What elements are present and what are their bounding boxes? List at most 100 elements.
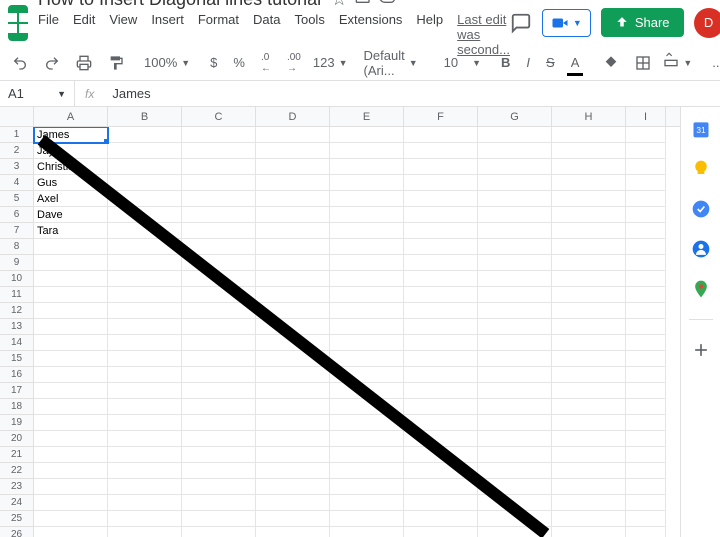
cell-G5[interactable] xyxy=(478,191,552,207)
cell-C12[interactable] xyxy=(182,303,256,319)
cell-G10[interactable] xyxy=(478,271,552,287)
cell-B23[interactable] xyxy=(108,479,182,495)
cell-I16[interactable] xyxy=(626,367,666,383)
cell-D19[interactable] xyxy=(256,415,330,431)
cell-A5[interactable]: Axel xyxy=(34,191,108,207)
cell-G26[interactable] xyxy=(478,527,552,537)
cell-D22[interactable] xyxy=(256,463,330,479)
row-header-10[interactable]: 10 xyxy=(0,271,34,287)
cell-A11[interactable] xyxy=(34,287,108,303)
cell-I12[interactable] xyxy=(626,303,666,319)
cell-G17[interactable] xyxy=(478,383,552,399)
cell-F22[interactable] xyxy=(404,463,478,479)
cell-I26[interactable] xyxy=(626,527,666,537)
col-header-I[interactable]: I xyxy=(626,107,666,126)
cell-B9[interactable] xyxy=(108,255,182,271)
cell-G11[interactable] xyxy=(478,287,552,303)
row-header-5[interactable]: 5 xyxy=(0,191,34,207)
cell-A18[interactable] xyxy=(34,399,108,415)
last-edit[interactable]: Last edit was second... xyxy=(457,12,510,57)
formula-input[interactable]: James xyxy=(104,86,158,101)
cell-I11[interactable] xyxy=(626,287,666,303)
cell-G2[interactable] xyxy=(478,143,552,159)
cell-E25[interactable] xyxy=(330,511,404,527)
decrease-decimal[interactable]: .0← xyxy=(257,48,275,78)
cell-B3[interactable] xyxy=(108,159,182,175)
cell-A1[interactable]: James xyxy=(34,127,108,143)
cell-C5[interactable] xyxy=(182,191,256,207)
cell-B7[interactable] xyxy=(108,223,182,239)
cell-F2[interactable] xyxy=(404,143,478,159)
cell-E13[interactable] xyxy=(330,319,404,335)
cell-E6[interactable] xyxy=(330,207,404,223)
cell-I2[interactable] xyxy=(626,143,666,159)
cell-C18[interactable] xyxy=(182,399,256,415)
cell-F1[interactable] xyxy=(404,127,478,143)
cell-B19[interactable] xyxy=(108,415,182,431)
cell-E26[interactable] xyxy=(330,527,404,537)
cell-F18[interactable] xyxy=(404,399,478,415)
cell-D13[interactable] xyxy=(256,319,330,335)
cell-H21[interactable] xyxy=(552,447,626,463)
cell-D6[interactable] xyxy=(256,207,330,223)
cell-H15[interactable] xyxy=(552,351,626,367)
cell-D18[interactable] xyxy=(256,399,330,415)
cell-H12[interactable] xyxy=(552,303,626,319)
cell-G13[interactable] xyxy=(478,319,552,335)
cell-G8[interactable] xyxy=(478,239,552,255)
name-box[interactable]: A1▼ xyxy=(0,81,75,106)
comment-history-icon[interactable] xyxy=(510,12,532,34)
cell-E11[interactable] xyxy=(330,287,404,303)
cell-B10[interactable] xyxy=(108,271,182,287)
cell-C8[interactable] xyxy=(182,239,256,255)
cell-C3[interactable] xyxy=(182,159,256,175)
cell-A24[interactable] xyxy=(34,495,108,511)
percent-format[interactable]: % xyxy=(229,51,249,74)
row-header-17[interactable]: 17 xyxy=(0,383,34,399)
cell-G6[interactable] xyxy=(478,207,552,223)
row-header-25[interactable]: 25 xyxy=(0,511,34,527)
row-header-21[interactable]: 21 xyxy=(0,447,34,463)
cell-I7[interactable] xyxy=(626,223,666,239)
keep-icon[interactable] xyxy=(691,159,711,179)
cell-E16[interactable] xyxy=(330,367,404,383)
cell-H18[interactable] xyxy=(552,399,626,415)
cell-G7[interactable] xyxy=(478,223,552,239)
cell-E9[interactable] xyxy=(330,255,404,271)
cell-A17[interactable] xyxy=(34,383,108,399)
col-header-C[interactable]: C xyxy=(182,107,256,126)
cell-B17[interactable] xyxy=(108,383,182,399)
cell-D16[interactable] xyxy=(256,367,330,383)
cell-G12[interactable] xyxy=(478,303,552,319)
cell-I4[interactable] xyxy=(626,175,666,191)
cell-I15[interactable] xyxy=(626,351,666,367)
cell-B5[interactable] xyxy=(108,191,182,207)
cell-C22[interactable] xyxy=(182,463,256,479)
cell-B20[interactable] xyxy=(108,431,182,447)
cell-A23[interactable] xyxy=(34,479,108,495)
cell-A3[interactable]: Christian xyxy=(34,159,108,175)
cell-I1[interactable] xyxy=(626,127,666,143)
cell-D8[interactable] xyxy=(256,239,330,255)
cell-A9[interactable] xyxy=(34,255,108,271)
row-header-8[interactable]: 8 xyxy=(0,239,34,255)
cell-D4[interactable] xyxy=(256,175,330,191)
cell-E5[interactable] xyxy=(330,191,404,207)
cell-H3[interactable] xyxy=(552,159,626,175)
cell-B12[interactable] xyxy=(108,303,182,319)
cell-G25[interactable] xyxy=(478,511,552,527)
row-header-11[interactable]: 11 xyxy=(0,287,34,303)
cell-F15[interactable] xyxy=(404,351,478,367)
cell-I10[interactable] xyxy=(626,271,666,287)
cell-E15[interactable] xyxy=(330,351,404,367)
col-header-B[interactable]: B xyxy=(108,107,182,126)
cell-F17[interactable] xyxy=(404,383,478,399)
cell-A12[interactable] xyxy=(34,303,108,319)
col-header-G[interactable]: G xyxy=(478,107,552,126)
cell-D17[interactable] xyxy=(256,383,330,399)
cell-B26[interactable] xyxy=(108,527,182,537)
cell-D11[interactable] xyxy=(256,287,330,303)
doc-title[interactable]: How to Insert Diagonal lines tutorial xyxy=(38,0,321,10)
text-color-button[interactable]: A xyxy=(567,51,584,74)
col-header-A[interactable]: A xyxy=(34,107,108,126)
